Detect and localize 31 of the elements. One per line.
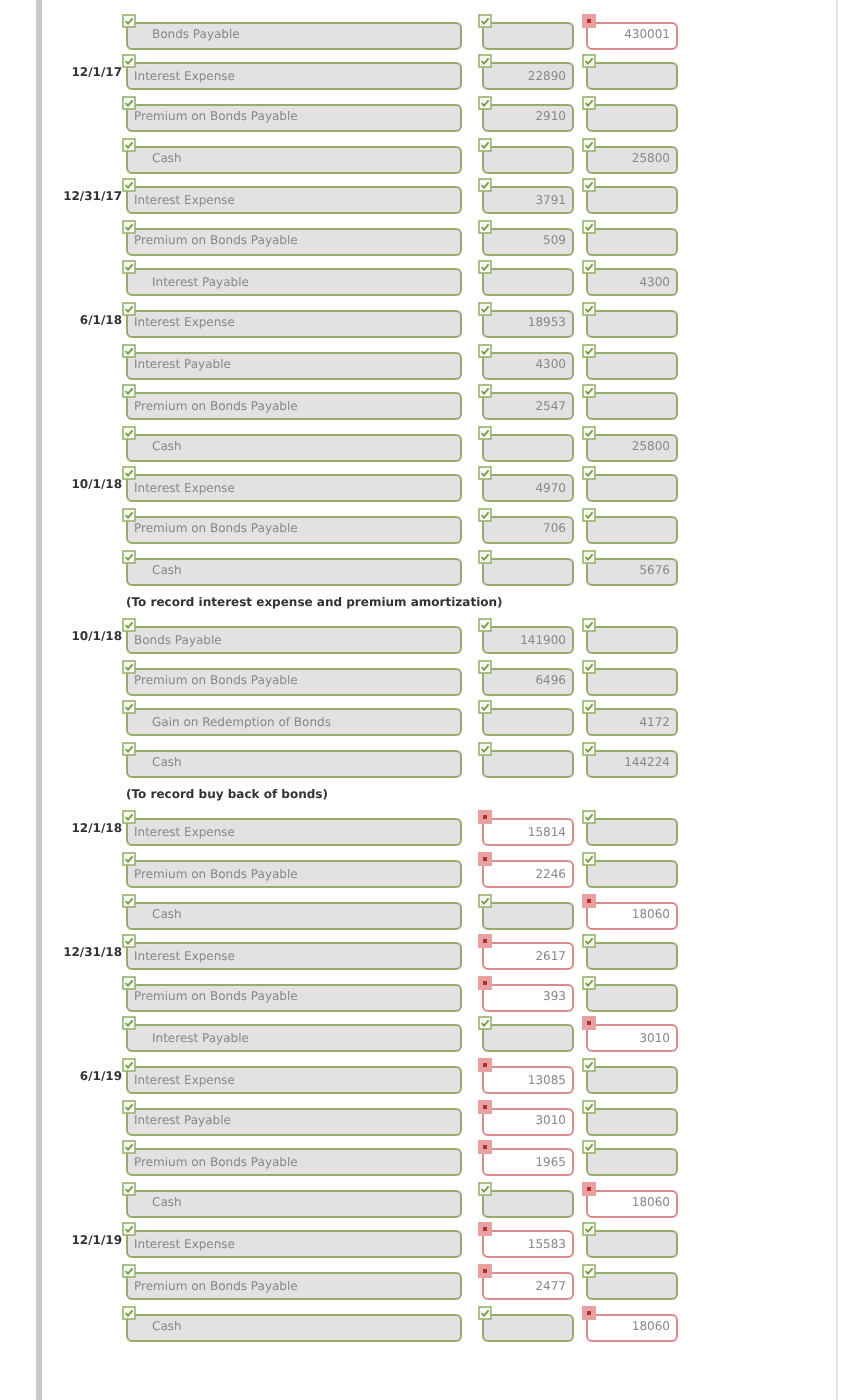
credit-field[interactable] [586,860,678,889]
credit-field[interactable] [586,103,678,132]
debit-field[interactable] [482,708,574,737]
debit-field[interactable] [482,145,574,174]
credit-field[interactable] [586,1107,678,1136]
credit-field[interactable] [586,818,678,847]
credit-field[interactable] [586,351,678,380]
credit-field[interactable] [586,515,678,544]
credit-field[interactable] [586,392,678,421]
debit-field[interactable] [482,749,574,778]
credit-field[interactable] [586,309,678,338]
credit-field[interactable] [586,983,678,1012]
credit-field[interactable] [586,942,678,971]
debit-field[interactable] [482,1189,574,1218]
credit-field[interactable] [586,227,678,256]
debit-field[interactable] [482,21,574,50]
credit-field[interactable] [586,1272,678,1301]
debit-field[interactable] [482,433,574,462]
debit-field[interactable] [482,268,574,297]
credit-field[interactable] [586,62,678,91]
credit-field[interactable] [586,474,678,503]
credit-field[interactable] [586,1230,678,1259]
debit-field[interactable] [482,901,574,930]
debit-field[interactable] [482,1313,574,1342]
debit-field[interactable] [482,557,574,586]
credit-field[interactable] [586,1148,678,1177]
credit-field[interactable] [586,667,678,696]
credit-field[interactable] [586,1066,678,1095]
debit-field[interactable] [482,1024,574,1053]
credit-field[interactable] [586,626,678,655]
credit-field[interactable] [586,186,678,215]
